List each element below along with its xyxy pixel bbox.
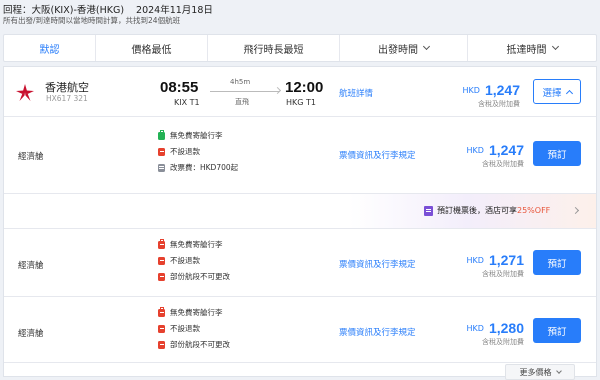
book-button[interactable]: 預訂 <box>533 141 581 166</box>
price-amount: 1,271 <box>488 252 524 268</box>
promo-text: 預訂機票後，酒店可享25%OFF <box>437 206 551 215</box>
departure-airport: KIX T1 <box>174 98 200 107</box>
stops-label: 直飛 <box>235 98 249 106</box>
flight-duration: 4h5m <box>230 78 251 86</box>
refund-feature: 不設退款 <box>158 255 200 266</box>
flight-price: HKD 1,247 <box>462 80 520 99</box>
flight-number: HX617 321 <box>46 94 88 103</box>
hong-kong-airlines-logo-icon <box>16 84 34 101</box>
airline-name: 香港航空 <box>45 81 89 94</box>
flight-details-link[interactable]: 航班詳情 <box>339 87 373 99</box>
departure-time: 08:55 <box>160 79 199 96</box>
sort-tab-shortest-duration[interactable]: 飛行時長最短 <box>208 35 340 61</box>
sort-tab-arrival-time[interactable]: 抵達時間 <box>468 35 596 61</box>
chevron-down-icon <box>555 368 562 374</box>
chevron-down-icon <box>422 42 431 51</box>
baggage-icon <box>158 238 165 249</box>
baggage-feature: 無免費寄艙行李 <box>158 306 223 318</box>
cabin-class: 經濟艙 <box>18 261 44 271</box>
flight-summary: 香港航空 HX617 321 08:55 KIX T1 4h5m 直飛 12:0… <box>4 67 596 117</box>
no-refund-icon <box>158 324 165 333</box>
change-feature: 部份航段不可更改 <box>158 339 230 350</box>
promo-discount: 25%OFF <box>517 206 551 215</box>
time-note: 所有出發/到達時間以當地時間計算，共找到24個航班 <box>3 16 181 25</box>
chevron-right-icon <box>571 206 580 215</box>
fare-rules-link[interactable]: 票價資訊及行李規定 <box>339 149 416 161</box>
refund-feature: 不設退款 <box>158 323 200 334</box>
refund-feature: 不設退款 <box>158 146 200 157</box>
fare-option-row: 經濟艙 無免費寄艙行李 不設退款 部份航段不可更改 票價資訊及行李規定 HKD … <box>4 229 596 297</box>
chevron-down-icon <box>551 42 559 51</box>
price-note: 含稅及附加費 <box>478 100 520 108</box>
fare-option-row: 經濟艙 無免費寄艙行李 不設退款 改票費：HKD700起 票價資訊及行李規定 H… <box>4 117 596 194</box>
no-change-icon <box>158 272 165 281</box>
sort-tab-default[interactable]: 默認 <box>4 35 96 61</box>
cabin-class: 經濟艙 <box>18 152 44 162</box>
select-button[interactable]: 選擇 <box>533 79 581 104</box>
price-currency: HKD <box>466 324 484 333</box>
price-note: 含稅及附加費 <box>482 338 524 346</box>
fare-price: HKD 1,247 <box>466 140 524 159</box>
baggage-icon <box>158 129 165 140</box>
arrival-airport: HKG T1 <box>286 98 316 107</box>
book-button[interactable]: 預訂 <box>533 318 581 343</box>
fare-rules-link[interactable]: 票價資訊及行李規定 <box>339 258 416 270</box>
price-amount: 1,247 <box>488 142 524 158</box>
sort-bar: 默認 價格最低 飛行時長最短 出發時間 抵達時間 <box>3 34 597 62</box>
arrival-time: 12:00 <box>285 79 324 96</box>
more-prices-button[interactable]: 更多價格 <box>505 364 575 380</box>
price-note: 含稅及附加費 <box>482 160 524 168</box>
no-change-icon <box>158 340 165 349</box>
cabin-class: 經濟艙 <box>18 329 44 339</box>
change-fee-feature: 改票費：HKD700起 <box>158 162 238 173</box>
price-amount: 1,247 <box>484 82 520 98</box>
baggage-feature: 無免費寄艙行李 <box>158 238 223 250</box>
fare-rules-link[interactable]: 票價資訊及行李規定 <box>339 326 416 338</box>
sort-tab-departure-time[interactable]: 出發時間 <box>340 35 468 61</box>
fare-price: HKD 1,280 <box>466 318 524 337</box>
duration-line <box>210 91 280 92</box>
book-button[interactable]: 預訂 <box>533 250 581 275</box>
price-currency: HKD <box>466 256 484 265</box>
no-refund-icon <box>158 147 165 156</box>
baggage-feature: 無免費寄艙行李 <box>158 129 223 141</box>
hotel-promo-banner[interactable]: 預訂機票後，酒店可享25%OFF <box>4 194 596 229</box>
arrow-right-icon <box>273 86 282 95</box>
hotel-icon <box>424 206 433 216</box>
price-currency: HKD <box>462 86 480 95</box>
route-header: 回程：大阪(KIX)-香港(HKG) 2024年11月18日 <box>0 0 600 16</box>
baggage-icon <box>158 306 165 317</box>
price-note: 含稅及附加費 <box>482 270 524 278</box>
flight-card: 香港航空 HX617 321 08:55 KIX T1 4h5m 直飛 12:0… <box>3 66 597 377</box>
fare-price: HKD 1,271 <box>466 250 524 269</box>
no-refund-icon <box>158 256 165 265</box>
sort-tab-lowest-price[interactable]: 價格最低 <box>96 35 208 61</box>
chevron-up-icon <box>565 89 573 97</box>
fare-option-row: 經濟艙 無免費寄艙行李 不設退款 部份航段不可更改 票價資訊及行李規定 HKD … <box>4 297 596 363</box>
price-amount: 1,280 <box>488 320 524 336</box>
change-feature: 部份航段不可更改 <box>158 271 230 282</box>
change-fee-icon <box>158 163 165 172</box>
price-currency: HKD <box>466 146 484 155</box>
